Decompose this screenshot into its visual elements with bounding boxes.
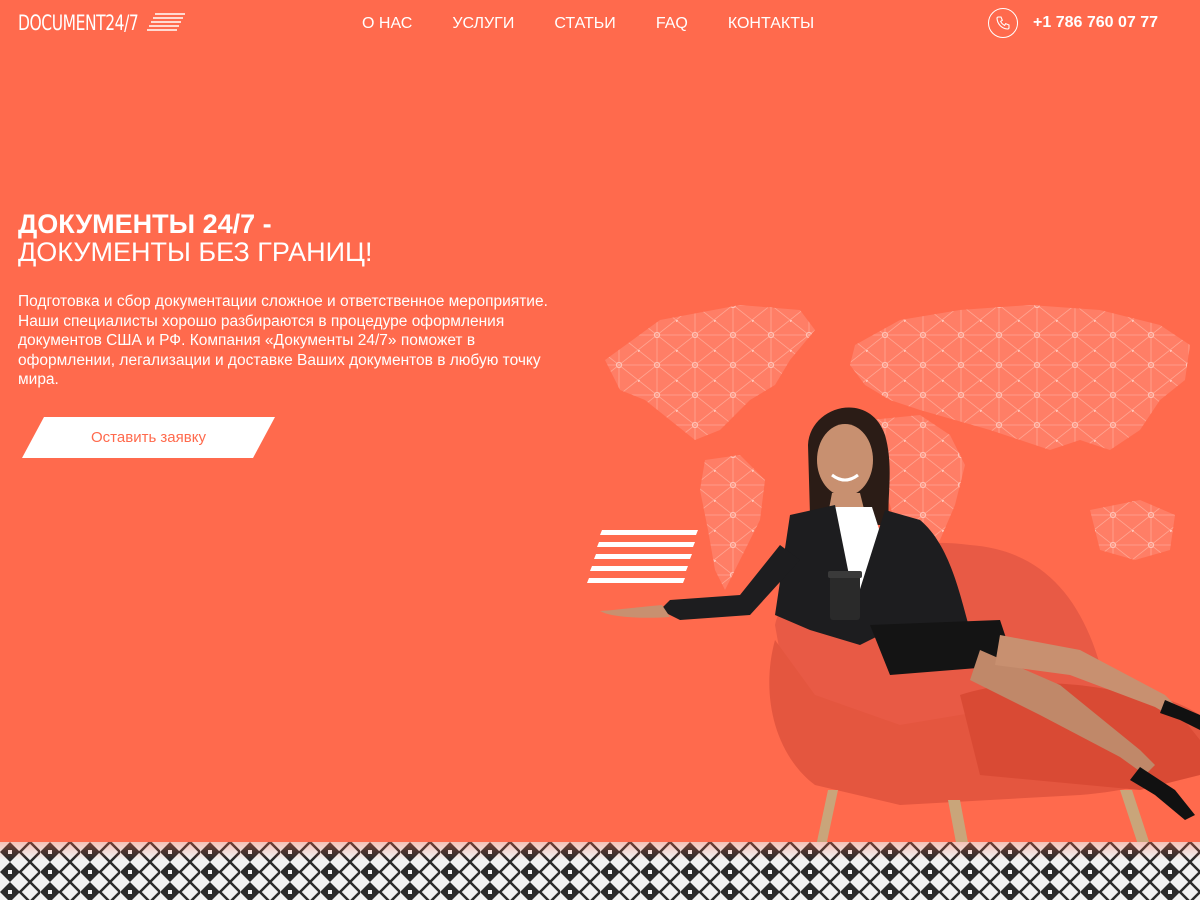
- request-button-label: Оставить заявку: [91, 429, 206, 446]
- hero-title-line1: ДОКУМЕНТЫ 24/7 -: [18, 209, 272, 239]
- phone-icon[interactable]: [988, 8, 1018, 38]
- request-button[interactable]: Оставить заявку: [22, 417, 275, 458]
- phone-block[interactable]: +1 786 760 07 77: [988, 8, 1158, 38]
- nav-item-about[interactable]: О НАС: [362, 15, 412, 33]
- logo[interactable]: DOCUMENT24/7: [18, 11, 187, 35]
- hero-title: ДОКУМЕНТЫ 24/7 - ДОКУМЕНТЫ БЕЗ ГРАНИЦ!: [18, 210, 373, 267]
- nav-item-articles[interactable]: СТАТЬИ: [554, 15, 615, 33]
- logo-stripes-icon: [146, 13, 185, 31]
- logo-text: DOCUMENT24/7: [18, 11, 139, 35]
- main-nav: О НАС УСЛУГИ СТАТЬИ FAQ КОНТАКТЫ: [362, 15, 814, 33]
- businesswoman-image: [600, 407, 1200, 880]
- nav-item-contacts[interactable]: КОНТАКТЫ: [728, 15, 814, 33]
- hero-title-line2: ДОКУМЕНТЫ БЕЗ ГРАНИЦ!: [18, 237, 373, 268]
- nav-item-services[interactable]: УСЛУГИ: [452, 15, 514, 33]
- floor-rug-image: [0, 842, 1200, 900]
- phone-number[interactable]: +1 786 760 07 77: [1033, 14, 1158, 32]
- nav-item-faq[interactable]: FAQ: [656, 15, 688, 33]
- site-header: DOCUMENT24/7 О НАС УСЛУГИ СТАТЬИ FAQ КОН…: [0, 0, 1200, 48]
- hero-description: Подготовка и сбор документации сложное и…: [18, 293, 548, 388]
